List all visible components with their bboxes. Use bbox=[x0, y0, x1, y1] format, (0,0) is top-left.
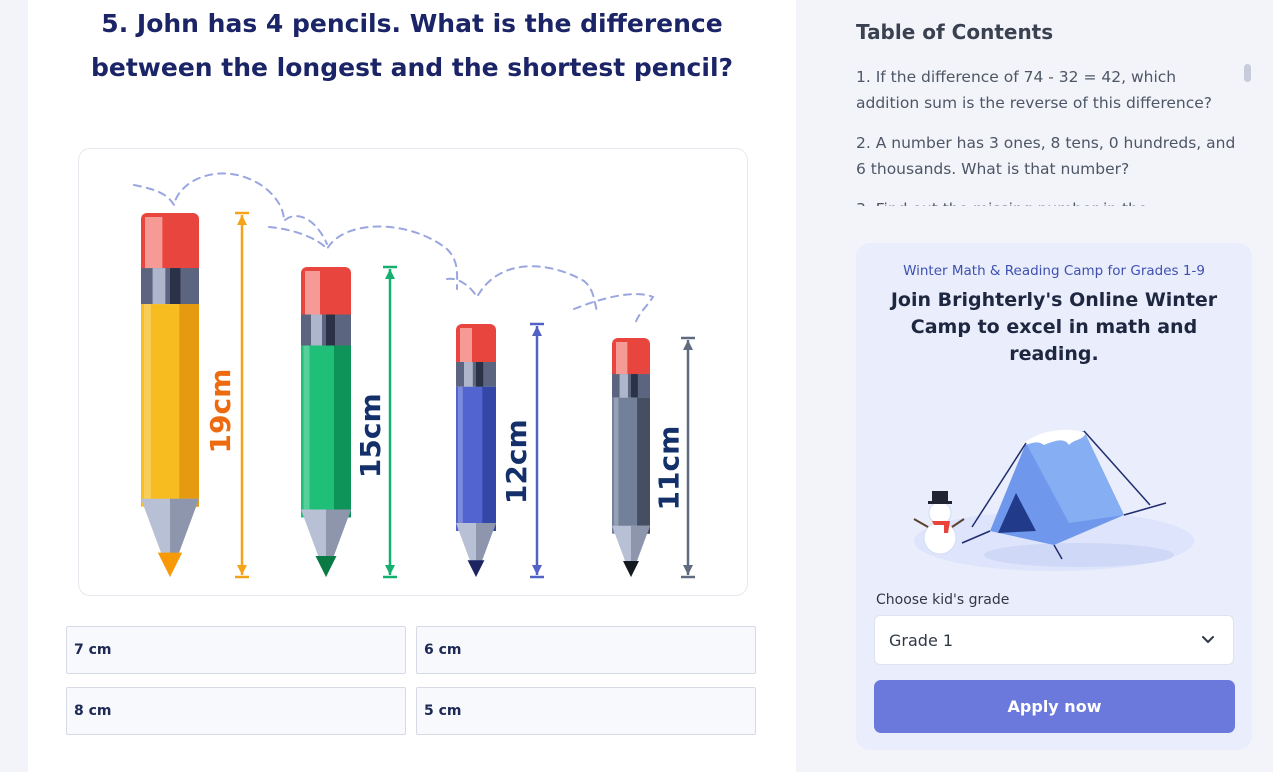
toc-scrollbar[interactable] bbox=[1244, 64, 1251, 82]
grade-label: Choose kid's grade bbox=[876, 592, 1010, 608]
snow-shadow bbox=[984, 543, 1174, 567]
jump-arrow-3 bbox=[446, 265, 598, 312]
pencil-body-shade bbox=[637, 397, 650, 534]
jump-arrow-4 bbox=[573, 293, 655, 328]
pencil-eraser-highlight bbox=[305, 271, 320, 317]
pencil-body-highlight bbox=[458, 386, 463, 531]
main-content: 5. John has 4 pencils. What is the diffe… bbox=[28, 0, 796, 772]
toc-list: 1. If the difference of 74 - 32 = 42, wh… bbox=[856, 64, 1236, 206]
apply-now-button[interactable]: Apply now bbox=[874, 680, 1235, 733]
pencil-body-shade bbox=[179, 304, 199, 507]
pencil-body-shade bbox=[482, 386, 496, 531]
toc-item[interactable]: 1. If the difference of 74 - 32 = 42, wh… bbox=[856, 64, 1236, 116]
pencil-ferrule-shadow bbox=[326, 314, 335, 346]
pencil-length-label: 11cm bbox=[653, 426, 686, 511]
measure-arrow-head bbox=[385, 565, 395, 575]
jump-arrow-2 bbox=[268, 225, 459, 290]
toc-item[interactable]: 3. Find out the missing number in the bbox=[856, 196, 1236, 206]
promo-title: Join Brighterly's Online Winter Camp to … bbox=[890, 289, 1218, 365]
pencil: 19cm bbox=[141, 211, 249, 579]
pencil-body-highlight bbox=[613, 397, 619, 534]
question-title: 5. John has 4 pencils. What is the diffe… bbox=[90, 9, 734, 82]
pencil-lead bbox=[315, 556, 337, 577]
tent-snowman-illustration bbox=[913, 429, 1194, 571]
toc-title: Table of Contents bbox=[856, 20, 1054, 44]
measure-arrow-head bbox=[532, 326, 542, 336]
jump-arrows bbox=[133, 172, 655, 328]
answer-option-label: 7 cm bbox=[74, 642, 112, 658]
pencil-eraser-highlight bbox=[460, 328, 472, 364]
measure-arrow-head bbox=[385, 269, 395, 279]
measure-arrow-head bbox=[683, 340, 693, 350]
pencil-ferrule-shadow bbox=[170, 268, 181, 305]
measure-arrow-head bbox=[532, 565, 542, 575]
pencil-eraser-highlight bbox=[616, 342, 628, 377]
answer-option-5cm[interactable]: 5 cm bbox=[416, 687, 756, 735]
pencil-ferrule-shadow bbox=[476, 362, 484, 387]
answer-option-6cm[interactable]: 6 cm bbox=[416, 626, 756, 674]
grade-select[interactable]: Grade 1 bbox=[874, 615, 1234, 665]
pencils-layer: 19cm 15cm 12cm 11cm bbox=[141, 211, 695, 579]
answer-option-7cm[interactable]: 7 cm bbox=[66, 626, 406, 674]
tent-rope bbox=[1123, 502, 1167, 516]
pencil-length-label: 12cm bbox=[500, 419, 533, 504]
answer-option-label: 8 cm bbox=[74, 703, 112, 719]
measure-arrow-head bbox=[237, 215, 247, 225]
pencil-length-label: 19cm bbox=[204, 369, 237, 454]
measure-arrow-head bbox=[683, 565, 693, 575]
pencil-ferrule-highlight bbox=[311, 314, 322, 346]
pencil-figure: 19cm 15cm 12cm 11cm bbox=[78, 148, 748, 596]
toc-item[interactable]: 2. A number has 3 ones, 8 tens, 0 hundre… bbox=[856, 130, 1236, 182]
pencil-ferrule-highlight bbox=[619, 374, 628, 398]
pencil: 15cm bbox=[301, 265, 397, 579]
chevron-down-icon bbox=[1202, 636, 1214, 643]
answer-option-8cm[interactable]: 8 cm bbox=[66, 687, 406, 735]
pencil: 12cm bbox=[456, 322, 544, 579]
sidebar: Table of Contents 1. If the difference o… bbox=[796, 0, 1273, 772]
pencil-eraser-highlight bbox=[145, 217, 163, 271]
measure-arrow-head bbox=[237, 565, 247, 575]
pencil-ferrule-highlight bbox=[152, 268, 166, 305]
pencil-ferrule-highlight bbox=[464, 362, 473, 387]
pencil-lead bbox=[467, 560, 485, 577]
pencil-body-shade bbox=[334, 345, 351, 518]
answer-option-label: 5 cm bbox=[424, 703, 462, 719]
pencil-body-highlight bbox=[303, 345, 310, 518]
pencil-ferrule-shadow bbox=[631, 374, 638, 398]
winter-camp-promo: Winter Math & Reading Camp for Grades 1-… bbox=[856, 243, 1252, 750]
pencil-illustration: 19cm 15cm 12cm 11cm bbox=[133, 172, 695, 579]
pencil-lead bbox=[157, 552, 183, 577]
pencil-body-highlight bbox=[143, 304, 151, 507]
promo-subtitle: Winter Math & Reading Camp for Grades 1-… bbox=[903, 263, 1205, 279]
answer-option-label: 6 cm bbox=[424, 642, 462, 658]
grade-select-value: Grade 1 bbox=[889, 630, 954, 650]
pencil: 11cm bbox=[612, 336, 695, 579]
pencil-length-label: 15cm bbox=[354, 393, 387, 478]
pencil-lead bbox=[623, 561, 639, 577]
